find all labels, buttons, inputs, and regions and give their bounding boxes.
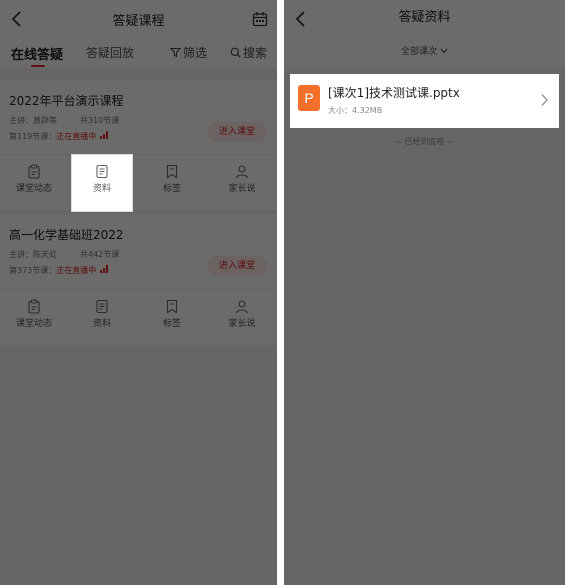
action-label: 家长说 [228,184,256,194]
search-label: 搜索 [242,46,267,60]
search-icon [230,47,241,58]
signal-icon [99,265,108,273]
action-class-updates[interactable]: 课堂动态 [4,290,64,346]
lesson-number: 第119节课： [9,132,57,141]
tab-qa-replay[interactable]: 答疑回放 [86,44,134,61]
action-label: 标签 [162,319,181,329]
course-lesson: 第119节课：正在直播中 [9,131,109,142]
action-label: 家长说 [228,319,256,329]
course-teacher: 主讲：陈天虹 [9,250,57,259]
top-bar: 答疑课程 [0,0,277,38]
calendar-icon[interactable] [252,11,268,27]
course-teacher: 主讲：黄辟等 [9,116,57,125]
page-title: 答疑课程 [112,14,165,29]
enter-classroom-button[interactable]: 进入课堂 [207,256,267,276]
chevron-right-icon [541,94,548,106]
file-size: 大小：4.32MB [328,106,383,115]
parent-icon [235,300,249,314]
course-total: 共310节课 [80,116,120,125]
tab-online-qa[interactable]: 在线答疑 [11,44,63,63]
action-label: 标签 [162,184,181,194]
action-label: 课堂动态 [15,184,52,194]
clipboard-icon [28,299,40,314]
file-list-item[interactable]: P [课次1]技术测试课.pptx 大小：4.32MB [290,74,559,128]
ppt-file-icon: P [298,85,320,111]
materials-screen: 答疑资料 全部课次 P [课次1]技术测试课.pptx 大小：4.32MB --… [284,0,565,585]
filter-icon [169,48,181,58]
action-tags[interactable]: 标签 [142,290,202,346]
page-title: 答疑资料 [398,10,451,25]
enter-classroom-button[interactable]: 进入课堂 [207,122,267,142]
search-button[interactable]: 搜索 [230,44,267,61]
active-tab-indicator [31,65,45,67]
bookmark-icon [166,299,178,314]
course-card: 高一化学基础班2022 主讲：陈天虹 共442节课 第373节课：正在直播中 进… [0,214,277,289]
chevron-down-icon [440,48,448,54]
live-status: 正在直播中 [56,132,97,141]
course-actions: 课堂动态 资料 标签 家长说 [0,289,277,345]
document-icon [96,299,108,314]
clipboard-icon [28,164,40,179]
action-parents-say[interactable]: 家长说 [212,290,272,346]
action-label: 资料 [92,319,111,329]
action-label: 资料 [92,184,111,194]
signal-icon [99,131,108,139]
course-lesson: 第373节课：正在直播中 [9,265,109,276]
action-materials[interactable]: 资料 [72,155,132,211]
filter-button[interactable]: 筛选 [169,44,207,61]
filter-label: 筛选 [182,46,207,60]
tab-bar: 在线答疑 答疑回放 筛选 搜索 [0,38,277,68]
parent-icon [235,165,249,179]
course-title: 高一化学基础班2022 [9,228,124,242]
action-class-updates[interactable]: 课堂动态 [4,155,64,211]
lesson-filter-dropdown[interactable]: 全部课次 [284,38,565,66]
action-label: 课堂动态 [15,319,52,329]
document-icon [96,164,108,179]
panel-divider [277,0,284,585]
lesson-filter-label: 全部课次 [401,47,438,57]
course-actions: 课堂动态 资料 标签 家长说 [0,154,277,211]
course-card: 2022年平台演示课程 主讲：黄辟等 共310节课 第119节课：正在直播中 进… [0,80,277,154]
course-title: 2022年平台演示课程 [9,94,124,108]
course-total: 共442节课 [80,250,120,259]
end-of-list-text: -- 已经到底啦 -- [396,137,453,146]
action-materials[interactable]: 资料 [72,290,132,346]
action-tags[interactable]: 标签 [142,155,202,211]
action-parents-say[interactable]: 家长说 [212,155,272,211]
file-name: [课次1]技术测试课.pptx [328,86,460,100]
lesson-number: 第373节课： [9,266,57,275]
live-status: 正在直播中 [56,266,97,275]
top-bar: 答疑资料 [284,0,565,38]
bookmark-icon [166,164,178,179]
course-list-screen: 答疑课程 在线答疑 答疑回放 筛选 搜索 2022年平台演示课程 主讲：黄辟等 … [0,0,277,585]
